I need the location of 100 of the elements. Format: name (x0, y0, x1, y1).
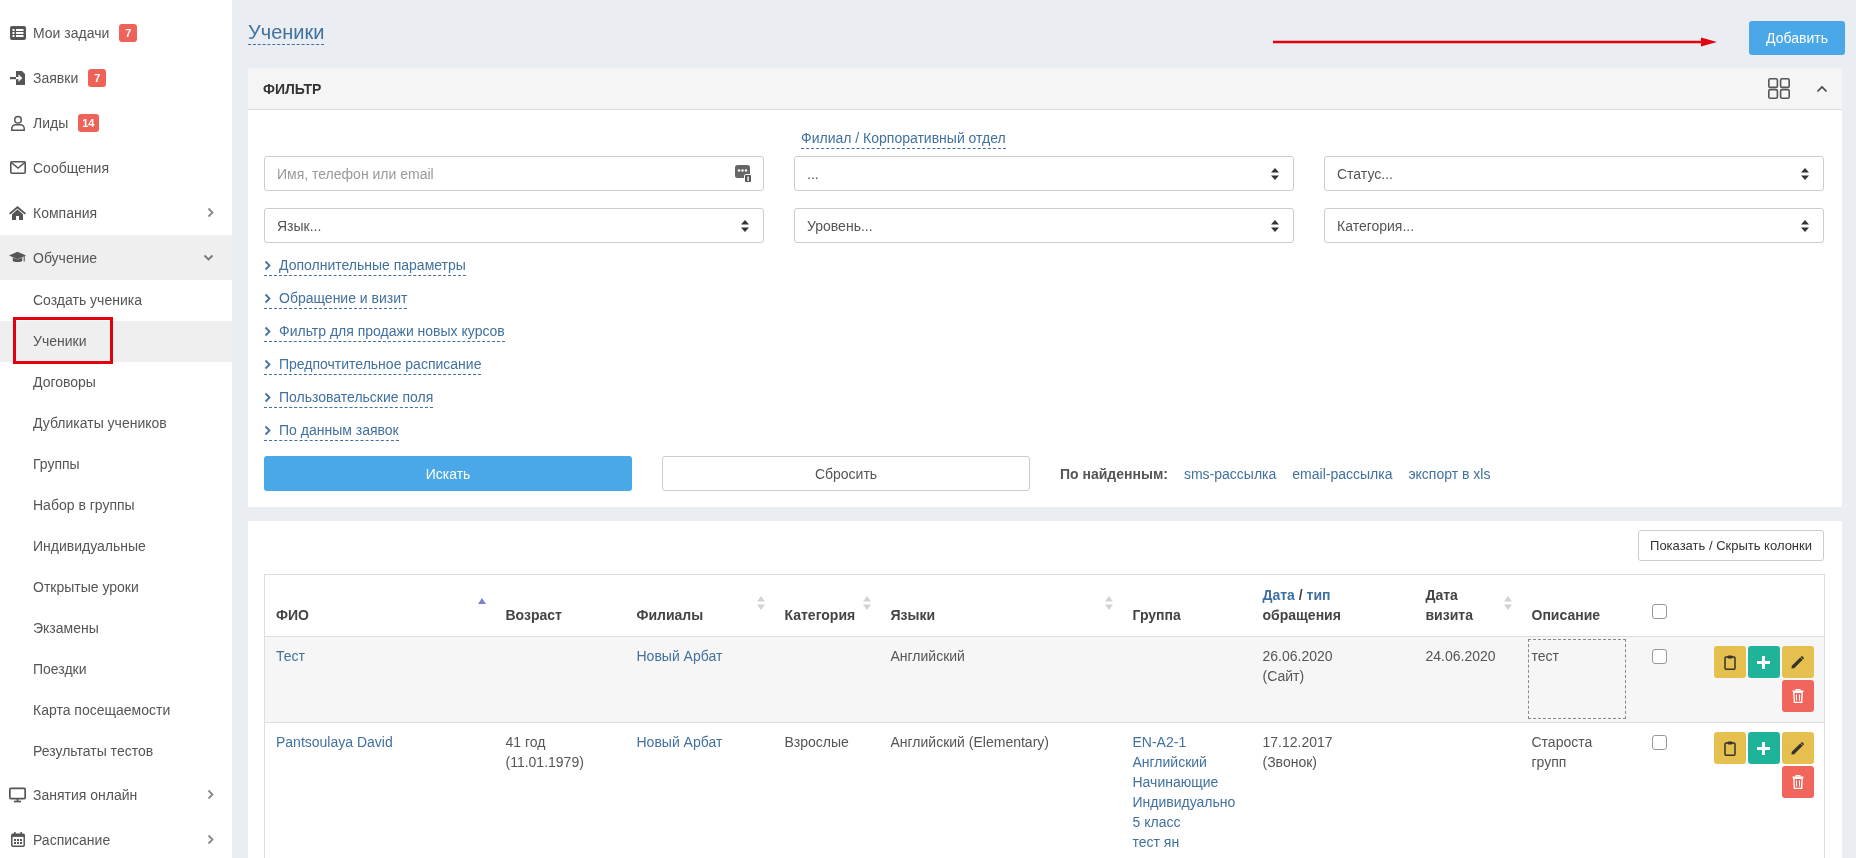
grid-icon[interactable] (1768, 78, 1790, 99)
sidebar-subitem[interactable]: Создать ученика (0, 280, 232, 321)
separator-text: / (1298, 587, 1303, 603)
table-cell: 17.12.2017 (Звонок) (1251, 722, 1415, 858)
dropdown-caret-icon (1271, 219, 1279, 232)
filter-section-link[interactable]: Обращение и визит (264, 288, 408, 309)
select-all-checkbox[interactable] (1651, 604, 1667, 619)
row-checkbox[interactable] (1651, 649, 1667, 664)
page-title: Ученики (248, 20, 325, 45)
column-header: Возраст (494, 574, 626, 637)
table-cell: 24.06.2020 (1414, 636, 1521, 723)
branch-link[interactable]: Новый Арбат (636, 734, 723, 750)
clipboard-button[interactable] (1713, 646, 1746, 678)
sidebar-subitem[interactable]: Ученики (0, 321, 232, 362)
home-icon (9, 205, 26, 220)
sidebar-subitem[interactable]: Результаты тестов (0, 731, 232, 772)
select-field[interactable]: Уровень... (794, 208, 1294, 243)
sidebar-item[interactable]: Заявки 7 (0, 55, 232, 100)
sidebar-subitem[interactable]: Открытые уроки (0, 567, 232, 608)
student-name-link[interactable]: Тест (276, 648, 305, 664)
sidebar-item[interactable]: Сообщения (0, 145, 232, 190)
edit-button[interactable] (1781, 732, 1814, 764)
count-badge: 7 (119, 23, 138, 42)
edit-button[interactable] (1781, 646, 1814, 678)
column-header[interactable]: Категория (773, 574, 880, 637)
filter-section-link[interactable]: Дополнительные параметры (264, 255, 466, 276)
sidebar-subitem[interactable]: Поездки (0, 649, 232, 690)
sidebar-subitem[interactable]: Договоры (0, 362, 232, 403)
count-badge: 7 (88, 68, 107, 87)
select-field[interactable]: Статус... (1324, 156, 1824, 191)
bulk-action-link[interactable]: email-рассылка (1292, 465, 1393, 482)
sidebar-subitem[interactable]: Группы (0, 444, 232, 485)
table-cell-text: Староста групп (1530, 733, 1594, 772)
sign-in-icon (9, 69, 26, 86)
trash-icon (1791, 689, 1804, 703)
dropdown-caret-icon (1801, 219, 1809, 232)
sort-link[interactable]: Дата (1262, 587, 1295, 603)
column-header-text: обращения (1262, 607, 1341, 623)
table-cell: Английский (Elementary) (879, 722, 1122, 858)
group-link[interactable]: тест ян (1132, 832, 1243, 852)
panel-title: ФИЛЬТР (263, 80, 322, 97)
pencil-icon (1791, 655, 1804, 669)
sidebar-item[interactable]: Занятия онлайн (0, 772, 232, 817)
envelope-icon (9, 161, 26, 174)
sort-link[interactable]: тип (1306, 587, 1331, 603)
dropdown-caret-icon (741, 219, 749, 232)
graduation-cap-icon (9, 250, 26, 265)
column-header: Описание (1520, 574, 1641, 637)
search-field[interactable]: Имя, телефон или email (264, 156, 764, 191)
sidebar-subitem[interactable]: Дубликаты учеников (0, 403, 232, 444)
sidebar-item[interactable]: Обучение (0, 235, 232, 280)
table-cell: Английский (879, 636, 1122, 723)
table-cell: Взрослые (773, 722, 880, 858)
sidebar-subitem[interactable]: Карта посещаемости (0, 690, 232, 731)
filter-section-link[interactable]: Предпочтительное расписание (264, 354, 482, 375)
sidebar-item[interactable]: Мои задачи 7 (0, 10, 232, 55)
select-field[interactable]: ... (794, 156, 1294, 191)
column-header[interactable]: Дата визита (1414, 574, 1521, 637)
calendar-icon (10, 832, 25, 847)
reset-button[interactable]: Сбросить (662, 456, 1030, 491)
clipboard-icon (1723, 740, 1736, 756)
table-cell: 26.06.2020 (Сайт) (1251, 636, 1415, 723)
branch-filter-link[interactable]: Филиал / Корпоративный отдел (801, 128, 1006, 149)
clipboard-button[interactable] (1713, 732, 1746, 764)
branch-link[interactable]: Новый Арбат (636, 648, 723, 664)
select-field[interactable]: Категория... (1324, 208, 1824, 243)
column-header[interactable]: ФИО (264, 574, 495, 637)
chevron-up-icon[interactable] (1816, 84, 1828, 93)
results-label: По найденным: (1060, 465, 1168, 482)
sidebar-subitem[interactable]: Набор в группы (0, 485, 232, 526)
columns-toggle-button[interactable]: Показать / Скрыть колонки (1638, 530, 1824, 561)
dropdown-caret-icon (1801, 167, 1809, 180)
trash-icon (1791, 775, 1804, 789)
user-icon (9, 114, 26, 131)
select-field[interactable]: Язык... (264, 208, 764, 243)
dropdown-caret-icon (1271, 167, 1279, 180)
pencil-icon (1791, 741, 1804, 755)
list-icon (9, 25, 26, 40)
sidebar-item[interactable]: Лиды 14 (0, 100, 232, 145)
clipboard-icon (1723, 654, 1736, 670)
student-name-link[interactable]: Pantsoulaya David (276, 734, 393, 750)
column-header: Группа (1121, 574, 1252, 637)
count-badge: 14 (78, 113, 99, 132)
filter-section-link[interactable]: Пользовательские поля (264, 387, 434, 408)
table-cell: 41 год (11.01.1979) (494, 722, 626, 858)
sidebar-item[interactable]: Расписание (0, 817, 232, 858)
filter-section-link[interactable]: По данным заявок (264, 420, 399, 441)
bulk-action-link[interactable]: экспорт в xls (1408, 465, 1491, 482)
sidebar-subitem[interactable]: Экзамены (0, 608, 232, 649)
sidebar-subitem[interactable]: Индивидуальные (0, 526, 232, 567)
filter-section-link[interactable]: Фильтр для продажи новых курсов (264, 321, 505, 342)
plus-icon (1757, 655, 1770, 669)
table-cell: тест (1527, 639, 1626, 719)
row-checkbox[interactable] (1651, 735, 1667, 750)
monitor-icon (9, 786, 26, 803)
bulk-action-link[interactable]: sms-рассылка (1183, 465, 1277, 482)
sidebar-item[interactable]: Компания (0, 190, 232, 235)
message-icon (735, 165, 752, 183)
column-header[interactable]: Филиалы (625, 574, 774, 637)
column-header[interactable]: Языки (879, 574, 1122, 637)
